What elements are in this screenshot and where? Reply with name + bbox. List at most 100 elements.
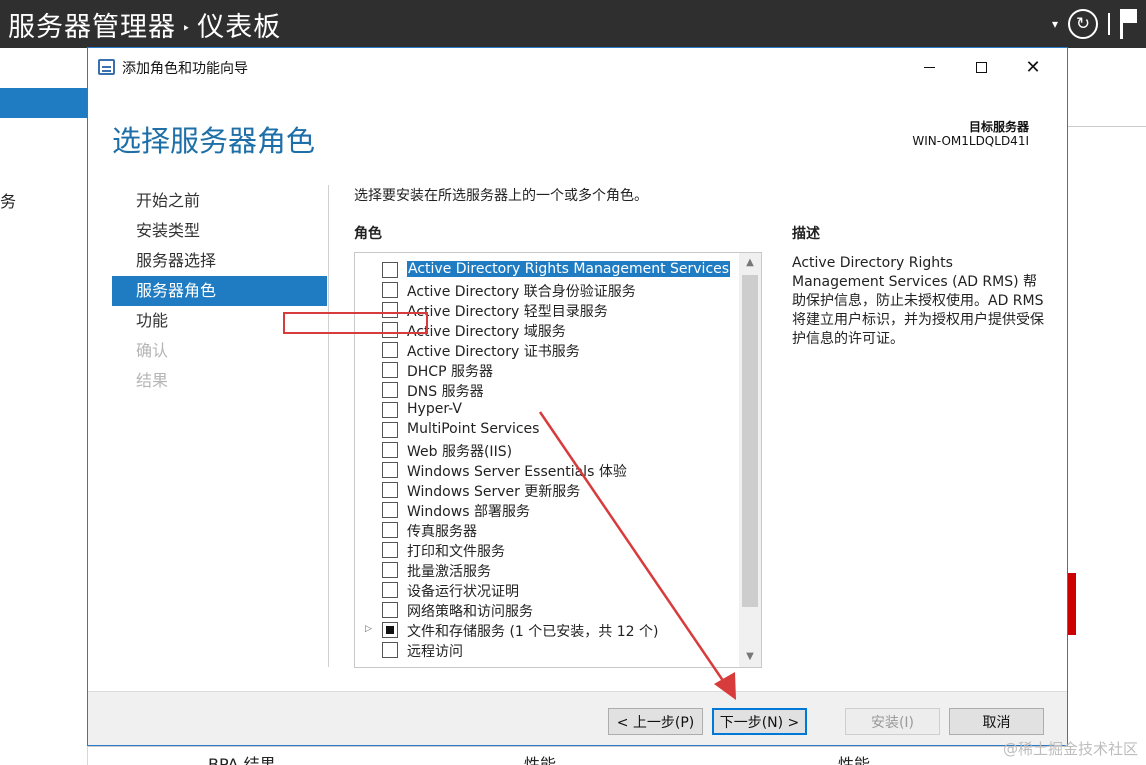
list-item[interactable]: 远程访问 (355, 640, 739, 660)
list-item[interactable]: Windows 部署服务 (355, 500, 739, 520)
sidebar-selected-item[interactable] (0, 88, 88, 118)
role-checkbox-partial[interactable] (382, 622, 398, 638)
minimize-icon (923, 66, 935, 68)
roles-scrollbar[interactable]: ▲ ▼ (739, 253, 761, 667)
server-manager-title: 服务器管理器 ‣ 仪表板 (8, 5, 281, 44)
previous-button[interactable]: < 上一步(P) (608, 708, 703, 735)
role-checkbox[interactable] (382, 262, 398, 278)
list-item[interactable]: 批量激活服务 (355, 560, 739, 580)
minimize-button[interactable] (906, 48, 952, 86)
role-checkbox[interactable] (382, 442, 398, 458)
scrollbar-thumb[interactable] (742, 275, 758, 607)
list-item[interactable]: 设备运行状况证明 (355, 580, 739, 600)
role-label: 设备运行状况证明 (407, 584, 519, 600)
role-label: Windows 部署服务 (407, 504, 530, 520)
list-item[interactable]: Web 服务器(IIS) (355, 440, 739, 460)
wizard-app-icon (98, 59, 115, 75)
breadcrumb-page: 仪表板 (197, 12, 282, 43)
description-text: Active Directory Rights Management Servi… (792, 255, 1044, 347)
role-checkbox-dhcp[interactable] (382, 362, 398, 378)
list-item[interactable]: 网络策略和访问服务 (355, 600, 739, 620)
notifications-flag-icon[interactable] (1120, 9, 1138, 39)
add-roles-wizard-dialog: 添加角色和功能向导 ✕ 选择服务器角色 目标服务器 WIN-OM1LDQLD41… (87, 47, 1068, 746)
expand-triangle-icon[interactable]: ▷ (365, 624, 372, 634)
role-checkbox[interactable] (382, 562, 398, 578)
close-button[interactable]: ✕ (1010, 48, 1056, 86)
role-checkbox[interactable] (382, 282, 398, 298)
role-label: Windows Server Essentials 体验 (407, 464, 627, 480)
role-label: Active Directory Rights Management Servi… (407, 261, 731, 277)
tile-bpa-results[interactable]: BPA 结果 (208, 751, 276, 765)
next-button[interactable]: 下一步(N) > (712, 708, 807, 735)
role-checkbox[interactable] (382, 482, 398, 498)
description-heading: 描述 (792, 226, 820, 242)
list-item-dhcp[interactable]: DHCP 服务器 (355, 360, 739, 380)
role-label: Active Directory 联合身份验证服务 (407, 284, 636, 300)
cancel-button[interactable]: 取消 (949, 708, 1044, 735)
list-item[interactable]: Windows Server 更新服务 (355, 480, 739, 500)
role-label: MultiPoint Services (407, 421, 540, 437)
list-item[interactable]: 打印和文件服务 (355, 540, 739, 560)
role-label: Active Directory 轻型目录服务 (407, 304, 608, 320)
page-title: 选择服务器角色 (112, 124, 316, 158)
nav-divider (328, 185, 329, 667)
role-checkbox[interactable] (382, 602, 398, 618)
server-manager-header: 服务器管理器 ‣ 仪表板 ▾ ↻ (0, 0, 1146, 48)
role-label: Web 服务器(IIS) (407, 444, 513, 460)
list-item[interactable]: DNS 服务器 (355, 380, 739, 400)
role-label: Active Directory 证书服务 (407, 344, 580, 360)
nav-server-roles[interactable]: 服务器角色 (112, 276, 327, 306)
nav-results: 结果 (136, 371, 169, 390)
role-checkbox[interactable] (382, 422, 398, 438)
role-label: 远程访问 (407, 644, 463, 660)
role-checkbox[interactable] (382, 582, 398, 598)
nav-confirmation: 确认 (136, 341, 169, 360)
list-item[interactable]: Hyper-V (355, 400, 739, 420)
roles-heading: 角色 (354, 226, 382, 242)
role-label: 文件和存储服务 (1 个已安装，共 12 个) (407, 624, 659, 640)
header-divider (1108, 13, 1110, 35)
list-item[interactable]: MultiPoint Services (355, 420, 739, 440)
role-checkbox[interactable] (382, 502, 398, 518)
list-item[interactable]: Windows Server Essentials 体验 (355, 460, 739, 480)
role-checkbox[interactable] (382, 382, 398, 398)
nav-before-you-begin[interactable]: 开始之前 (112, 186, 327, 216)
list-item[interactable]: 传真服务器 (355, 520, 739, 540)
list-item[interactable]: Active Directory 证书服务 (355, 340, 739, 360)
role-checkbox[interactable] (382, 462, 398, 478)
dropdown-chevron-icon[interactable]: ▾ (1052, 17, 1058, 31)
wizard-nav: 开始之前 安装类型 服务器选择 服务器角色 功能 确认 结果 (112, 186, 327, 396)
list-item[interactable]: Active Directory Rights Management Servi… (355, 260, 739, 280)
scroll-down-icon[interactable]: ▼ (739, 647, 761, 667)
server-manager-sidebar: 务 (0, 48, 88, 765)
tile-performance-2[interactable]: 性能 (838, 751, 870, 765)
refresh-icon[interactable]: ↻ (1068, 9, 1098, 39)
role-checkbox[interactable] (382, 542, 398, 558)
breadcrumb-arrow-icon: ‣ (182, 20, 192, 37)
sidebar-partial-text: 务 (0, 192, 17, 211)
dashboard-tiles: BPA 结果 性能 性能 (88, 746, 1068, 765)
target-server-label: 目标服务器 (968, 120, 1029, 134)
role-label: 网络策略和访问服务 (407, 604, 533, 620)
tile-performance[interactable]: 性能 (524, 751, 556, 765)
list-item[interactable]: ▷ 文件和存储服务 (1 个已安装，共 12 个) (355, 620, 739, 640)
role-label: 批量激活服务 (407, 564, 491, 580)
role-label: DNS 服务器 (407, 384, 484, 400)
role-label: 打印和文件服务 (407, 544, 505, 560)
role-label: Active Directory 域服务 (407, 324, 566, 340)
role-checkbox[interactable] (382, 402, 398, 418)
close-icon: ✕ (1025, 56, 1041, 78)
role-checkbox[interactable] (382, 522, 398, 538)
role-label: Hyper-V (407, 401, 462, 417)
role-label: 传真服务器 (407, 524, 477, 540)
role-checkbox[interactable] (382, 342, 398, 358)
maximize-button[interactable] (958, 48, 1004, 86)
list-item[interactable]: Active Directory 联合身份验证服务 (355, 280, 739, 300)
nav-server-selection[interactable]: 服务器选择 (112, 246, 327, 276)
header-tools: ▾ ↻ (1052, 6, 1138, 42)
scroll-up-icon[interactable]: ▲ (739, 253, 761, 273)
nav-installation-type[interactable]: 安装类型 (112, 216, 327, 246)
dialog-title: 添加角色和功能向导 (122, 61, 248, 77)
alert-bar (1068, 573, 1076, 635)
role-checkbox[interactable] (382, 642, 398, 658)
